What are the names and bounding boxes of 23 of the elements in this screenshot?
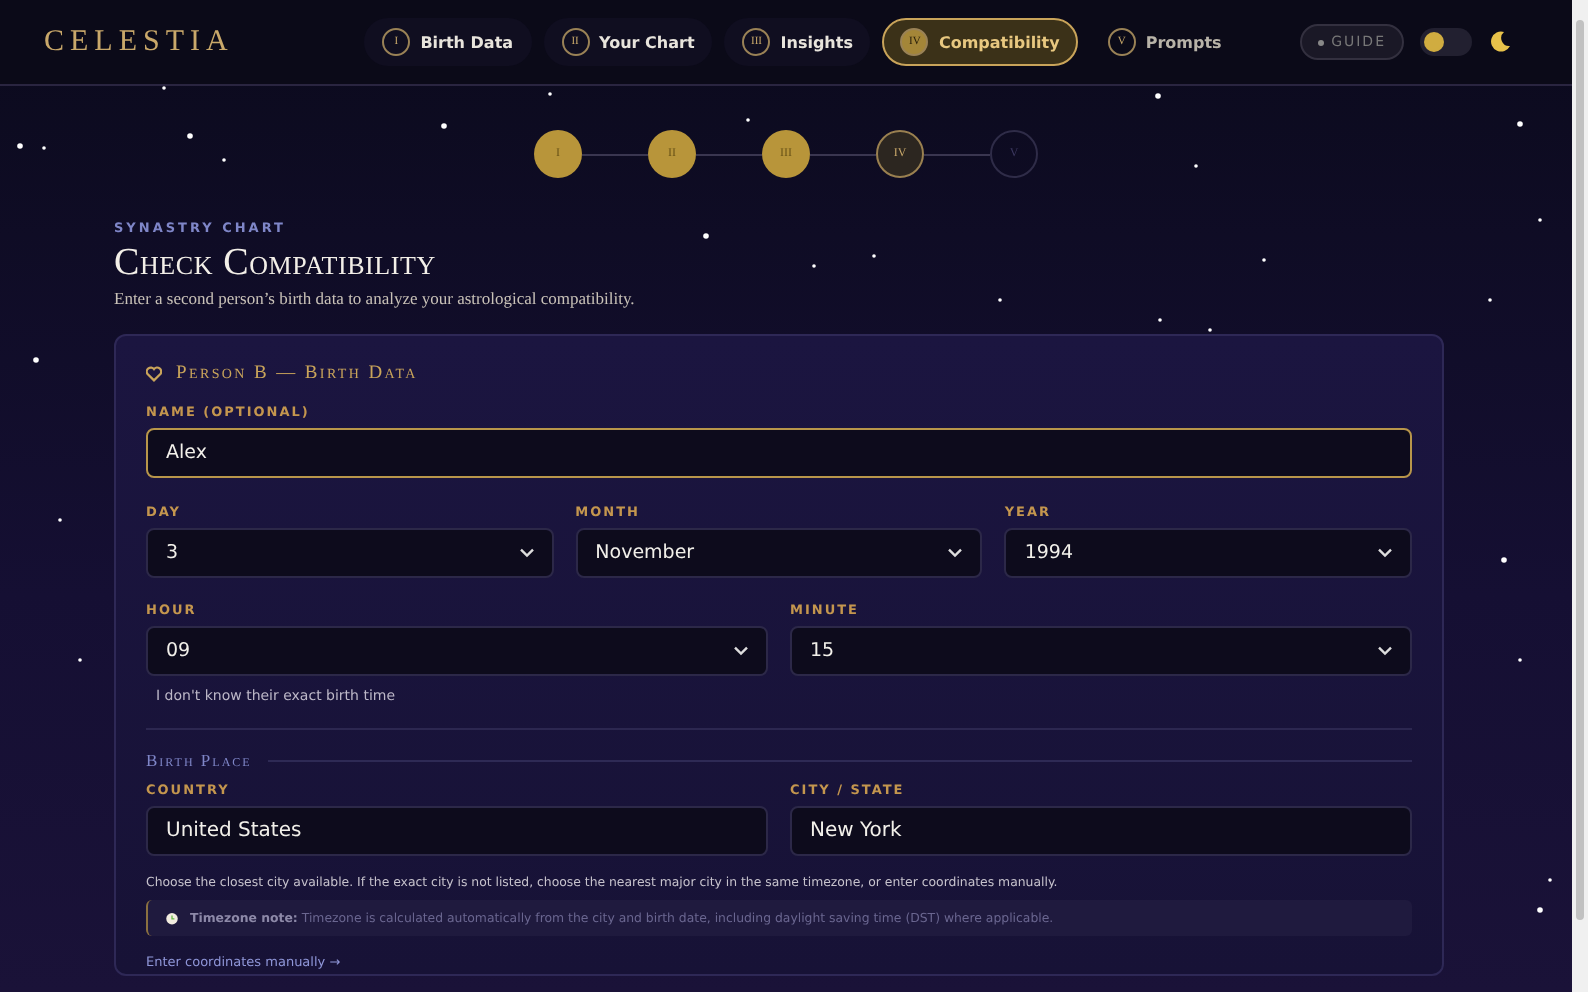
brand-logo: CELESTIA <box>44 25 236 59</box>
chevron-icon <box>948 548 963 558</box>
select-field[interactable]: 3 <box>146 528 554 578</box>
text-input[interactable]: New York <box>790 806 1412 856</box>
scrollbar[interactable] <box>1572 0 1588 992</box>
page-subtitle: Enter a second person’s birth data to analyze your astrological compatibility. <box>114 288 637 308</box>
theme-toggle[interactable] <box>1420 28 1472 56</box>
alarm-clock-icon <box>164 910 180 926</box>
page-title: Check Compatibility <box>114 242 438 286</box>
select-field[interactable]: 09 <box>146 626 768 676</box>
select-field[interactable]: 1994 <box>1004 528 1412 578</box>
chevron-icon <box>1378 548 1392 558</box>
select-field[interactable]: 15 <box>790 626 1412 676</box>
select-field[interactable]: November <box>575 528 983 578</box>
moon-icon <box>1488 30 1512 54</box>
section-heading: Birth Place <box>146 750 252 770</box>
text-input[interactable]: United States <box>146 806 768 856</box>
heart-icon <box>146 366 162 382</box>
chevron-icon <box>519 548 534 558</box>
chevron-icon <box>1378 646 1392 656</box>
chevron-icon <box>734 646 748 656</box>
name-input[interactable]: Alex <box>146 428 1412 478</box>
card-heading: Person B — Birth Data <box>176 364 418 384</box>
